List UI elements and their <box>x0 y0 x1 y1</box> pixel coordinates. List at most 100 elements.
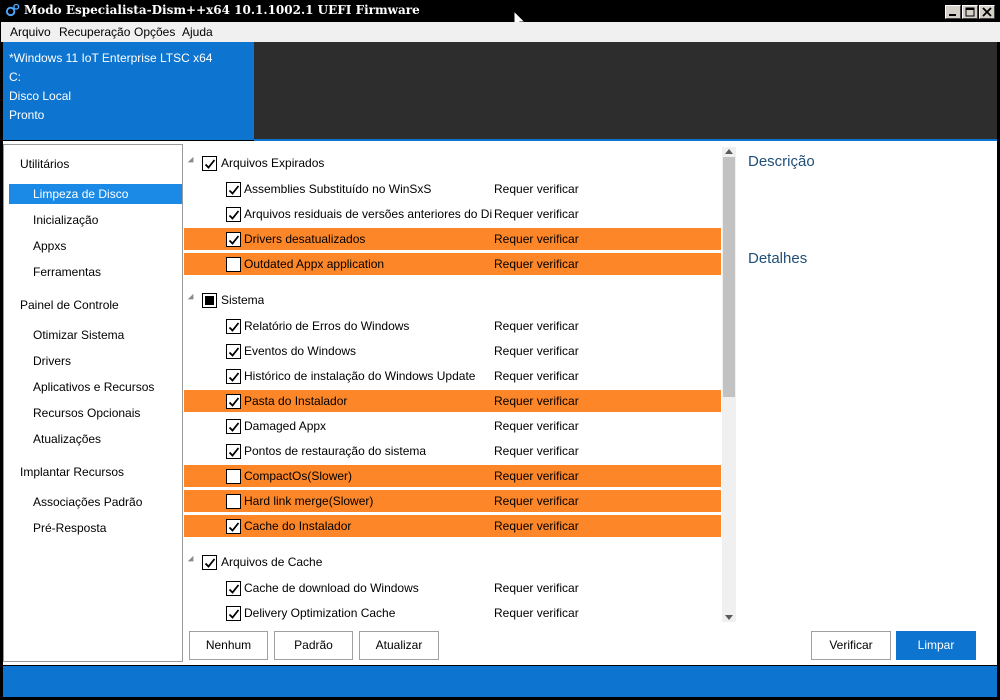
scan-button[interactable]: Verificar <box>811 631 891 660</box>
sidebar-item-inicializacao[interactable]: Inicialização <box>9 210 182 230</box>
list-item[interactable]: Histórico de instalação do Windows Updat… <box>184 365 721 387</box>
select-none-button[interactable]: Nenhum <box>189 631 268 660</box>
item-checkbox[interactable] <box>226 606 241 621</box>
minimize-button[interactable] <box>945 5 961 19</box>
item-status: Requer verificar <box>494 182 579 196</box>
window-title: Modo Especialista-Dism++x64 10.1.1002.1 … <box>24 3 420 17</box>
clean-button[interactable]: Limpar <box>896 631 976 660</box>
item-label: Arquivos residuais de versões anteriores… <box>244 207 492 221</box>
app-gear-icon <box>5 3 20 17</box>
refresh-button[interactable]: Atualizar <box>359 631 439 660</box>
checkmark-icon <box>228 322 240 332</box>
list-item[interactable]: Cache de download do Windows Requer verif… <box>184 577 721 599</box>
item-label: Pasta do Instalador <box>244 394 348 408</box>
item-status: Requer verificar <box>494 606 579 620</box>
maximize-icon <box>965 7 975 17</box>
group-label: Arquivos de Cache <box>221 555 323 569</box>
sidebar-item-pre-resposta[interactable]: Pré-Resposta <box>9 518 182 538</box>
expand-collapse-icon[interactable] <box>187 555 197 565</box>
menu-arquivo[interactable]: Arquivo <box>10 25 51 39</box>
title-bar[interactable]: Modo Especialista-Dism++x64 10.1.1002.1 … <box>0 0 1000 30</box>
expand-collapse-icon[interactable] <box>187 293 197 303</box>
item-checkbox[interactable] <box>226 344 241 359</box>
group-checkbox[interactable] <box>202 555 217 570</box>
details-heading: Detalhes <box>748 250 808 267</box>
sidebar-item-appxs[interactable]: Appxs <box>9 236 182 256</box>
checkmark-icon <box>228 397 240 407</box>
sidebar-item-drivers[interactable]: Drivers <box>9 351 182 371</box>
close-button[interactable] <box>979 5 995 19</box>
select-default-button[interactable]: Padrão <box>274 631 353 660</box>
item-checkbox[interactable] <box>226 394 241 409</box>
item-checkbox[interactable] <box>226 207 241 222</box>
checkmark-icon <box>228 584 240 594</box>
sidebar: Utilitários Limpeza de Disco Inicializaç… <box>3 144 183 662</box>
item-checkbox[interactable] <box>226 519 241 534</box>
sidebar-item-ferramentas[interactable]: Ferramentas <box>9 262 182 282</box>
close-icon <box>982 7 992 17</box>
list-item[interactable]: Pasta do Instalador Requer verificar <box>184 390 721 412</box>
group-checkbox[interactable] <box>202 293 217 308</box>
list-item[interactable]: Eventos do Windows Requer verificar <box>184 340 721 362</box>
menu-recuperacao[interactable]: Recuperação <box>59 25 130 39</box>
list-item[interactable]: Drivers desatualizados Requer verificar <box>184 228 721 250</box>
item-checkbox[interactable] <box>226 444 241 459</box>
list-item[interactable]: Cache do Instalador Requer verificar <box>184 515 721 537</box>
system-info-panel[interactable]: *Windows 11 IoT Enterprise LTSC x64 C: D… <box>3 42 254 140</box>
item-checkbox[interactable] <box>226 419 241 434</box>
description-heading: Descrição <box>748 153 815 170</box>
item-label: Outdated Appx application <box>244 257 385 271</box>
sidebar-item-recursos-opcionais[interactable]: Recursos Opcionais <box>9 403 182 423</box>
list-group-row[interactable]: Arquivos de Cache <box>184 551 721 573</box>
scroll-up-arrow-icon[interactable] <box>725 149 733 154</box>
maximize-button[interactable] <box>962 5 978 19</box>
list-item[interactable]: Arquivos residuais de versões anteriores… <box>184 203 721 225</box>
scroll-thumb[interactable] <box>723 157 735 397</box>
sidebar-item-otimizar-sistema[interactable]: Otimizar Sistema <box>9 325 182 345</box>
list-item[interactable]: Pontos de restauração do sistema Requer v… <box>184 440 721 462</box>
item-status: Requer verificar <box>494 444 579 458</box>
list-item[interactable]: Delivery Optimization Cache Requer verifi… <box>184 602 721 624</box>
expand-collapse-icon[interactable] <box>187 156 197 166</box>
scroll-down-arrow-icon[interactable] <box>725 615 733 620</box>
group-checkbox[interactable] <box>202 156 217 171</box>
menu-ajuda[interactable]: Ajuda <box>182 25 213 39</box>
list-item[interactable]: Outdated Appx application Requer verifica… <box>184 253 721 275</box>
header-banner <box>254 42 997 140</box>
list-item[interactable]: Relatório de Erros do Windows Requer veri… <box>184 315 721 337</box>
checkmark-icon <box>228 185 240 195</box>
group-label: Arquivos Expirados <box>221 156 325 170</box>
drive-label: Disco Local <box>9 89 72 103</box>
list-item[interactable]: Assemblies Substituído no WinSxS Requer v… <box>184 178 721 200</box>
item-checkbox[interactable] <box>226 319 241 334</box>
list-scrollbar[interactable] <box>722 147 736 622</box>
item-label: Delivery Optimization Cache <box>244 606 396 620</box>
sidebar-group-painel-de-controle: Painel de Controle <box>20 298 119 312</box>
list-item[interactable]: CompactOs(Slower) Requer verificar <box>184 465 721 487</box>
item-label: Eventos do Windows <box>244 344 357 358</box>
checkmark-icon <box>228 522 240 532</box>
list-group-row[interactable]: Arquivos Expirados <box>184 152 721 174</box>
item-status: Requer verificar <box>494 319 579 333</box>
item-status: Requer verificar <box>494 519 579 533</box>
list-group-row[interactable]: Sistema <box>184 289 721 311</box>
menu-opcoes[interactable]: Opções <box>134 25 175 39</box>
list-item[interactable]: Damaged Appx Requer verificar <box>184 415 721 437</box>
checkmark-icon <box>228 422 240 432</box>
sidebar-item-associacoes-padrao[interactable]: Associações Padrão <box>9 492 182 512</box>
item-checkbox[interactable] <box>226 494 241 509</box>
item-status: Requer verificar <box>494 207 579 221</box>
sidebar-item-aplicativos-e-recursos[interactable]: Aplicativos e Recursos <box>9 377 182 397</box>
item-status: Requer verificar <box>494 419 579 433</box>
item-checkbox[interactable] <box>226 469 241 484</box>
item-checkbox[interactable] <box>226 232 241 247</box>
checkmark-icon <box>228 347 240 357</box>
item-checkbox[interactable] <box>226 581 241 596</box>
item-checkbox[interactable] <box>226 369 241 384</box>
item-checkbox[interactable] <box>226 257 241 272</box>
sidebar-item-atualizacoes[interactable]: Atualizações <box>9 429 182 449</box>
list-item[interactable]: Hard link merge(Slower) Requer verificar <box>184 490 721 512</box>
checkmark-icon <box>228 210 240 220</box>
item-checkbox[interactable] <box>226 182 241 197</box>
sidebar-item-limpeza-de-disco[interactable]: Limpeza de Disco <box>9 184 182 204</box>
